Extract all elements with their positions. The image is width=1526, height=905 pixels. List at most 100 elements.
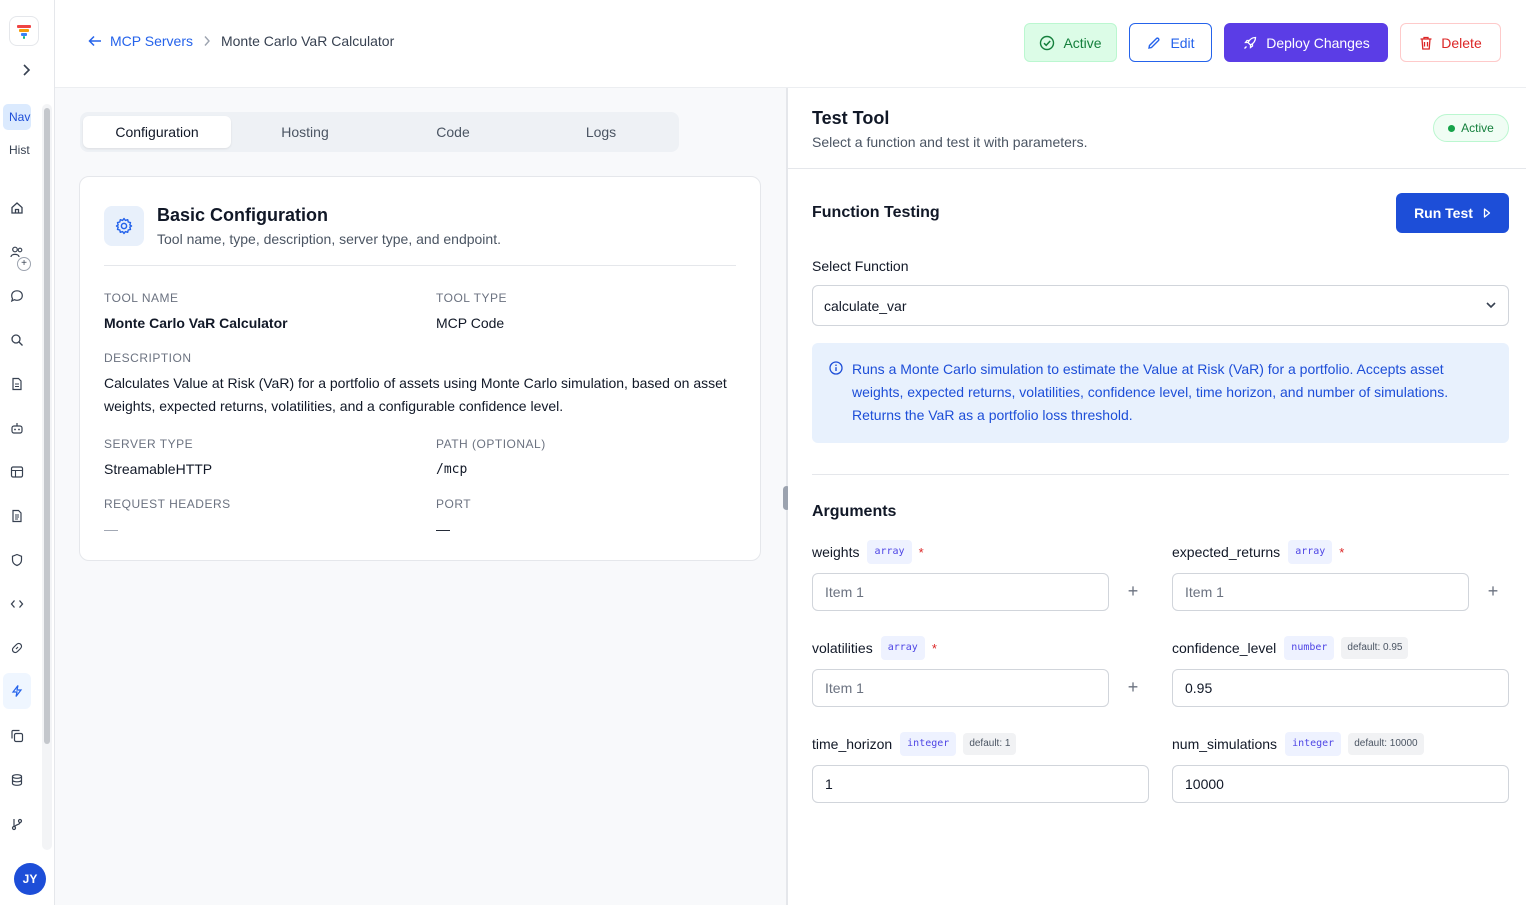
status-dot-icon [1448, 124, 1456, 132]
confidence-level-input[interactable]: 0.95 [1172, 669, 1509, 707]
run-test-button[interactable]: Run Test [1396, 193, 1509, 233]
back-link[interactable]: MCP Servers [88, 33, 193, 49]
add-item-icon[interactable]: + [1123, 581, 1143, 601]
edit-label: Edit [1170, 34, 1195, 51]
code-icon[interactable] [6, 593, 28, 615]
shield-icon[interactable] [6, 549, 28, 571]
edit-button[interactable]: Edit [1129, 23, 1212, 62]
default-badge: default: 1 [963, 733, 1017, 755]
port-value: — [436, 521, 450, 537]
link-icon[interactable] [6, 637, 28, 659]
arg-num-simulations: num_simulations integer default: 10000 1… [1172, 731, 1509, 803]
server-type-field: SERVER TYPE StreamableHTTP [104, 437, 212, 481]
arg-type-badge: array [880, 636, 925, 660]
arg-name: expected_returns [1172, 544, 1281, 560]
tool-name-value: Monte Carlo VaR Calculator [104, 315, 288, 331]
git-branch-icon[interactable] [6, 813, 28, 835]
scrollbar-thumb[interactable] [44, 108, 50, 744]
left-rail: Nav Hist + JY [0, 0, 55, 905]
add-item-icon[interactable]: + [1483, 581, 1503, 601]
function-info-text: Runs a Monte Carlo simulation to estimat… [852, 361, 1449, 423]
arg-confidence-level: confidence_level number default: 0.95 0.… [1172, 635, 1509, 707]
user-avatar[interactable]: JY [14, 863, 46, 895]
test-tool-subtitle: Select a function and test it with param… [812, 134, 1088, 150]
arg-type-badge: array [1288, 540, 1333, 564]
add-badge-icon[interactable]: + [17, 257, 31, 271]
arg-type-badge: array [867, 540, 912, 564]
path-field: PATH (OPTIONAL) /mcp [436, 437, 546, 481]
tab-code[interactable]: Code [379, 116, 527, 148]
num-simulations-input[interactable]: 10000 [1172, 765, 1509, 803]
active-status-button[interactable]: Active [1024, 23, 1117, 62]
tool-name-field: TOOL NAME Monte Carlo VaR Calculator [104, 291, 288, 335]
select-function-label: Select Function [812, 258, 909, 274]
weights-item-input[interactable]: Item 1 [812, 573, 1109, 611]
description-field: DESCRIPTION Calculates Value at Risk (Va… [104, 351, 736, 418]
function-select[interactable]: calculate_var [812, 285, 1509, 326]
bot-icon[interactable] [6, 417, 28, 439]
description-value: Calculates Value at Risk (VaR) for a por… [104, 375, 727, 414]
deploy-label: Deploy Changes [1266, 34, 1370, 51]
search-icon[interactable] [6, 329, 28, 351]
server-type-value: StreamableHTTP [104, 461, 213, 477]
tab-hosting[interactable]: Hosting [231, 116, 379, 148]
database-icon[interactable] [6, 769, 28, 791]
rocket-icon [1244, 36, 1257, 49]
server-type-label: SERVER TYPE [104, 437, 194, 451]
port-field: PORT — [436, 497, 471, 541]
active-label: Active [1063, 34, 1102, 51]
basic-configuration-card: Basic Configuration Tool name, type, des… [79, 176, 761, 561]
logo-icon [17, 25, 31, 39]
arg-name: num_simulations [1172, 736, 1278, 752]
file-text-icon[interactable] [6, 505, 28, 527]
arg-expected-returns: expected_returns array * Item 1 + [1172, 539, 1512, 611]
home-icon[interactable] [6, 197, 28, 219]
arg-type-badge: number [1284, 636, 1335, 660]
sidebar-tab-history[interactable]: Hist [3, 138, 33, 162]
tab-configuration[interactable]: Configuration [83, 116, 231, 148]
default-badge: default: 0.95 [1341, 637, 1409, 659]
arg-name: time_horizon [812, 736, 893, 752]
app-logo[interactable] [9, 16, 39, 46]
arguments-title: Arguments [812, 503, 897, 520]
document-icon[interactable] [6, 373, 28, 395]
run-test-label: Run Test [1414, 205, 1473, 221]
chevron-right-icon [23, 64, 31, 76]
sidebar-scrollbar[interactable] [42, 104, 52, 850]
request-headers-label: REQUEST HEADERS [104, 497, 231, 511]
breadcrumb-current: Monte Carlo VaR Calculator [220, 33, 395, 49]
status-badge-label: Active [1461, 121, 1494, 135]
tab-logs[interactable]: Logs [527, 116, 675, 148]
time-horizon-input[interactable]: 1 [812, 765, 1149, 803]
arg-type-badge: integer [1285, 732, 1342, 756]
arrow-left-icon [88, 35, 101, 47]
delete-label: Delete [1441, 34, 1482, 51]
expected-returns-item-input[interactable]: Item 1 [1172, 573, 1469, 611]
request-headers-value: — [104, 521, 118, 537]
function-info-box: Runs a Monte Carlo simulation to estimat… [812, 343, 1509, 443]
breadcrumb-mcp-servers[interactable]: MCP Servers [110, 33, 193, 49]
page-header: MCP Servers Monte Carlo VaR Calculator A… [55, 0, 1526, 88]
arg-name: confidence_level [1172, 640, 1277, 656]
test-tool-pane: Test Tool Select a function and test it … [788, 88, 1526, 905]
table-icon[interactable] [6, 461, 28, 483]
zap-icon[interactable] [3, 673, 31, 709]
trash-icon [1420, 36, 1432, 50]
tab-bar: Configuration Hosting Code Logs [80, 112, 679, 152]
volatilities-item-input[interactable]: Item 1 [812, 669, 1109, 707]
port-label: PORT [436, 497, 472, 511]
configuration-pane: Configuration Hosting Code Logs Basic Co… [55, 88, 786, 905]
path-value: /mcp [436, 462, 468, 477]
arg-weights: weights array * Item 1 + [812, 539, 1152, 611]
chevron-down-icon [1486, 302, 1496, 309]
deploy-changes-button[interactable]: Deploy Changes [1224, 23, 1388, 62]
expand-sidebar-button[interactable] [16, 60, 36, 80]
delete-button[interactable]: Delete [1400, 23, 1501, 62]
sidebar-tab-nav[interactable]: Nav [3, 104, 31, 130]
required-marker: * [918, 544, 924, 560]
divider [788, 168, 1526, 169]
copy-icon[interactable] [6, 725, 28, 747]
add-item-icon[interactable]: + [1123, 677, 1143, 697]
chat-icon[interactable] [6, 285, 28, 307]
divider [104, 265, 736, 266]
